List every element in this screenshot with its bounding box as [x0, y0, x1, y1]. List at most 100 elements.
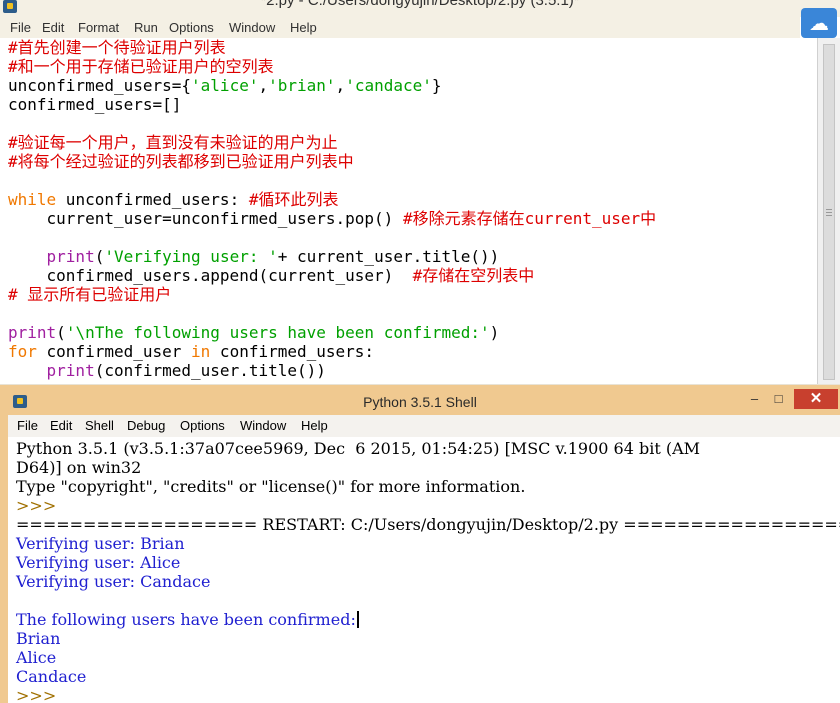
code-token: in — [191, 342, 211, 361]
shell-line: Python 3.5.1 (v3.5.1:37a07cee5969, Dec 6… — [16, 439, 700, 458]
shell-output[interactable]: Python 3.5.1 (v3.5.1:37a07cee5969, Dec 6… — [8, 437, 840, 703]
code-line: print(confirmed_user.title()) — [8, 361, 326, 381]
code-token: '\nThe following users have been confirm… — [65, 323, 490, 342]
code-token: current_user=unconfirmed_users.pop() — [8, 209, 403, 228]
shell-line: D64)] on win32 — [16, 458, 141, 477]
menu-run[interactable]: Run — [133, 18, 159, 37]
shell-title: Python 3.5.1 Shell — [363, 394, 477, 410]
code-token: ) — [489, 323, 500, 342]
code-token: Verifying user: Alice — [16, 553, 181, 572]
code-token: #将每个经过验证的列表都移到已验证用户列表中 — [8, 152, 354, 171]
code-token: Verifying user: Brian — [16, 534, 185, 553]
cloud-icon[interactable]: ☁ — [801, 8, 837, 38]
editor-title-bar[interactable]: *2.py - C:/Users/dongyujin/Desktop/2.py … — [0, 0, 840, 17]
shell-line: ================== RESTART: C:/Users/don… — [16, 515, 840, 534]
code-token: #存储在空列表中 — [412, 266, 535, 285]
code-line: #和一个用于存储已验证用户的空列表 — [8, 57, 274, 77]
editor-scrollbar[interactable] — [817, 38, 840, 384]
menu-options[interactable]: Options — [168, 18, 215, 37]
code-token: Candace — [16, 667, 87, 686]
code-token: The following users have been confirmed: — [16, 610, 356, 629]
code-token: # 显示所有已验证用户 — [8, 285, 172, 304]
code-token: >>> — [16, 686, 62, 703]
shell-line: Verifying user: Candace — [16, 572, 210, 591]
text-cursor — [356, 611, 359, 628]
maximize-button[interactable]: □ — [767, 389, 790, 409]
code-token: ================== RESTART: C:/Users/don… — [16, 515, 840, 534]
code-token: #首先创建一个待验证用户列表 — [8, 38, 226, 57]
code-token: D64)] on win32 — [16, 458, 142, 477]
code-token: Alice — [16, 648, 57, 667]
shell-menu-help[interactable]: Help — [301, 418, 328, 433]
code-token: Type "copyright", "credits" or "license(… — [16, 477, 526, 496]
shell-line: >>> — [16, 686, 61, 703]
code-line: # 显示所有已验证用户 — [8, 285, 171, 305]
code-token: print — [8, 323, 57, 342]
close-button[interactable]: ✕ — [794, 389, 838, 409]
code-editor[interactable]: #首先创建一个待验证用户列表 #和一个用于存储已验证用户的空列表 unconfirm… — [0, 38, 817, 384]
scrollbar-thumb[interactable] — [823, 44, 835, 380]
code-line: current_user=unconfirmed_users.pop() #移除… — [8, 209, 657, 229]
code-token: for — [8, 342, 37, 361]
code-token: 'brian' — [268, 76, 336, 95]
code-token: #移除元素存储在current_user中 — [402, 209, 657, 228]
shell-menu-file[interactable]: File — [17, 418, 38, 433]
code-token: unconfirmed_users={ — [8, 76, 192, 95]
shell-title-bar[interactable]: Python 3.5.1 Shell – □ ✕ — [0, 385, 840, 415]
editor-window: *2.py - C:/Users/dongyujin/Desktop/2.py … — [0, 0, 840, 384]
code-token: ( — [56, 323, 66, 342]
code-token: print — [46, 361, 95, 380]
shell-menu-shell[interactable]: Shell — [85, 418, 114, 433]
shell-menubar: File Edit Shell Debug Options Window Hel… — [8, 415, 840, 438]
code-token: (confirmed_user.title()) — [94, 361, 326, 380]
shell-line: Candace — [16, 667, 86, 686]
shell-menu-edit[interactable]: Edit — [50, 418, 72, 433]
code-line: for confirmed_user in confirmed_users: — [8, 342, 374, 362]
shell-line: Verifying user: Alice — [16, 553, 180, 572]
code-token: Python 3.5.1 (v3.5.1:37a07cee5969, Dec 6… — [16, 439, 701, 458]
code-token: , — [335, 76, 346, 95]
code-line: confirmed_users=[] — [8, 95, 181, 115]
code-line: print('\nThe following users have been c… — [8, 323, 499, 343]
code-token: confirmed_users=[] — [8, 95, 182, 114]
code-line: #将每个经过验证的列表都移到已验证用户列表中 — [8, 152, 354, 172]
code-token: #和一个用于存储已验证用户的空列表 — [8, 57, 274, 76]
code-token: #验证每一个用户，直到没有未验证的用户为止 — [8, 133, 338, 152]
code-token: ( — [94, 247, 105, 266]
shell-line: >>> — [16, 496, 61, 515]
code-token: print — [46, 247, 95, 266]
shell-line: Brian — [16, 629, 60, 648]
menu-file[interactable]: File — [9, 18, 32, 37]
code-token: 'alice' — [191, 76, 259, 95]
code-line: while unconfirmed_users: #循环此列表 — [8, 190, 338, 210]
code-line: confirmed_users.append(current_user) #存储… — [8, 266, 535, 286]
menu-format[interactable]: Format — [77, 18, 120, 37]
code-token: 'candace' — [345, 76, 432, 95]
code-token: } — [431, 76, 442, 95]
menu-help[interactable]: Help — [289, 18, 318, 37]
code-line: #验证每一个用户，直到没有未验证的用户为止 — [8, 133, 338, 153]
shell-line: Type "copyright", "credits" or "license(… — [16, 477, 525, 496]
code-line: print('Verifying user: '+ current_user.t… — [8, 247, 500, 267]
code-token: confirmed_users: — [210, 342, 375, 361]
code-line: unconfirmed_users={'alice','brian','cand… — [8, 76, 442, 96]
code-token: + current_user.title()) — [277, 247, 500, 266]
shell-window: Python 3.5.1 Shell – □ ✕ File Edit Shell… — [0, 385, 840, 703]
shell-menu-debug[interactable]: Debug — [127, 418, 165, 433]
code-token: Brian — [16, 629, 61, 648]
shell-line: The following users have been confirmed: — [16, 610, 359, 629]
code-token: 'Verifying user: ' — [104, 247, 278, 266]
shell-menu-window[interactable]: Window — [240, 418, 286, 433]
menu-window[interactable]: Window — [228, 18, 276, 37]
code-line: #首先创建一个待验证用户列表 — [8, 38, 226, 58]
shell-line: Alice — [16, 648, 56, 667]
code-token: , — [258, 76, 269, 95]
code-token: >>> — [16, 496, 62, 515]
menu-edit[interactable]: Edit — [41, 18, 65, 37]
editor-menubar: File Edit Format Run Options Window Help — [0, 17, 800, 39]
code-token: unconfirmed_users: — [56, 190, 249, 209]
minimize-button[interactable]: – — [743, 389, 766, 409]
shell-menu-options[interactable]: Options — [180, 418, 225, 433]
